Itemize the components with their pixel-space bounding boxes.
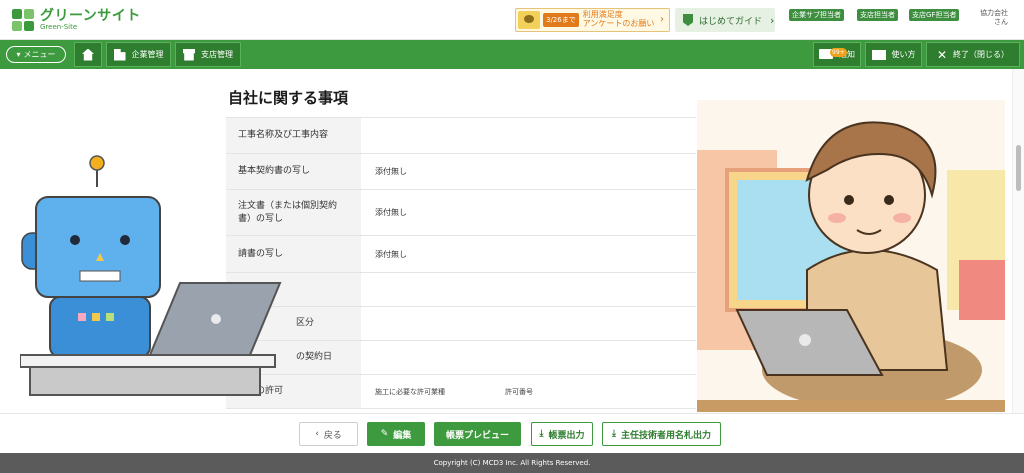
store-icon [183, 48, 195, 61]
nameplate-output-label: 主任技術者用名札出力 [620, 430, 711, 441]
notification-count-badge: 99+ [830, 47, 847, 57]
row-value [361, 273, 696, 306]
logo-subtitle: Green-Site [40, 23, 78, 31]
home-button[interactable] [74, 42, 102, 67]
row-value [361, 307, 696, 340]
download-icon: ⤓ [612, 429, 616, 439]
table-row: 請書の写し 添付無し [226, 236, 696, 273]
table-row: 注文書（または個別契約書）の写し 添付無し [226, 190, 696, 236]
survey-banner[interactable]: 3/26まで 利用満足度 アンケートのお願い › [515, 8, 670, 32]
close-icon: ✕ [936, 47, 948, 62]
row-value [361, 341, 696, 374]
menu-label: メニュー [23, 50, 56, 59]
logo-title: グリーンサイト [40, 8, 141, 24]
role-badge-corp-sub: 企業サブ担当者 [789, 9, 844, 21]
back-label: 戻る [323, 430, 342, 441]
row-value: 添付無し [375, 208, 407, 217]
row-value [361, 118, 696, 153]
site-logo[interactable]: グリーンサイト Green-Site [12, 9, 141, 31]
branch-management-button[interactable]: 支店管理 [175, 42, 241, 67]
chevron-right-icon: › [770, 13, 775, 27]
corp-management-label: 企業管理 [131, 50, 164, 59]
main-nav: ▾ メニュー 企業管理 支店管理 99+ 通知 使い方 ✕ 終了（閉じる） [0, 40, 1024, 69]
download-icon: ⤓ [539, 429, 544, 439]
vertical-scrollbar[interactable] [1012, 69, 1024, 413]
company-info: 協力会社 さん [980, 9, 1008, 27]
boy-laptop-illustration [697, 100, 1005, 412]
corp-management-button[interactable]: 企業管理 [106, 42, 171, 67]
footer: Copyright (C) MCD3 Inc. All Rights Reser… [0, 453, 1024, 473]
how-to-use-label: 使い方 [891, 50, 916, 59]
report-preview-button[interactable]: 帳票プレビュー [434, 422, 521, 446]
table-row: 基本契約書の写し 添付無し [226, 154, 696, 190]
notifications-button[interactable]: 99+ 通知 [813, 42, 861, 67]
company-type: 協力会社 [980, 9, 1008, 17]
details-table: 工事名称及び工事内容 基本契約書の写し 添付無し 注文書（または個別契約書）の写… [226, 117, 696, 409]
table-row: 区分 [226, 307, 696, 341]
nameplate-output-button[interactable]: ⤓ 主任技術者用名札出力 [602, 422, 721, 446]
action-bar: ‹ 戻る ✎ 編集 帳票プレビュー ⤓ 帳票出力 ⤓ 主任技術者用名札出力 [0, 413, 1024, 453]
menu-button[interactable]: ▾ メニュー [6, 46, 66, 63]
table-row: 工事名称及び工事内容 [226, 118, 696, 154]
table-row: の契約日 [226, 341, 696, 375]
survey-text-line2: アンケートのお願い [582, 19, 655, 28]
logo-mark-icon [12, 9, 34, 31]
back-button[interactable]: ‹ 戻る [299, 422, 358, 446]
home-icon [82, 48, 94, 61]
book-icon [871, 49, 886, 60]
role-badge-branch: 支店担当者 [857, 9, 898, 21]
role-badge-branch-gf: 支店GF担当者 [909, 9, 960, 21]
shield-icon [683, 14, 693, 26]
table-row: の許可 施工に必要な許可業種 許可番号 [226, 375, 696, 409]
row-value: 施工に必要な許可業種 許可番号 [361, 375, 696, 408]
company-honorific: さん [994, 18, 1008, 27]
license-type-header: 施工に必要な許可業種 [375, 387, 445, 396]
report-preview-label: 帳票プレビュー [445, 430, 509, 441]
row-value: 添付無し [375, 249, 407, 259]
how-to-use-button[interactable]: 使い方 [865, 42, 922, 67]
scrollbar-thumb[interactable] [1016, 145, 1021, 191]
pencil-icon: ✎ [380, 429, 389, 439]
edit-button[interactable]: ✎ 編集 [367, 422, 425, 446]
report-output-button[interactable]: ⤓ 帳票出力 [531, 422, 593, 446]
license-number-header: 許可番号 [505, 387, 533, 396]
top-header: グリーンサイト Green-Site 3/26まで 利用満足度 アンケートのお願… [0, 0, 1024, 40]
edit-label: 編集 [393, 430, 412, 441]
guide-label: はじめてガイド [699, 16, 763, 27]
row-label: 工事名称及び工事内容 [226, 118, 361, 153]
building-icon [113, 48, 126, 61]
copyright-text: Copyright (C) MCD3 Inc. All Rights Reser… [433, 459, 591, 467]
exit-button[interactable]: ✕ 終了（閉じる） [926, 42, 1020, 67]
chevron-right-icon: › [660, 14, 664, 25]
row-value: 添付無し [375, 167, 407, 176]
section-title: 自社に関する事項 [228, 89, 349, 107]
robot-laptop-illustration [20, 155, 282, 396]
caret-down-icon: ▾ [16, 50, 21, 59]
chevron-left-icon: ‹ [315, 429, 319, 439]
report-output-label: 帳票出力 [548, 430, 585, 441]
survey-deadline: 3/26まで [543, 13, 579, 27]
branch-management-label: 支店管理 [201, 50, 233, 59]
beginner-guide-button[interactable]: はじめてガイド › [675, 8, 775, 32]
survey-mascot-icon [518, 11, 540, 29]
table-row [226, 273, 696, 307]
exit-label: 終了（閉じる） [953, 50, 1010, 59]
